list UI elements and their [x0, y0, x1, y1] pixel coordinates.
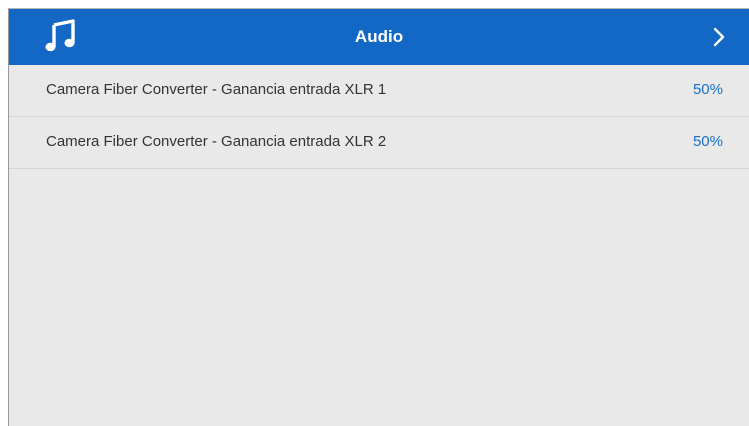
setting-row-xlr2[interactable]: Camera Fiber Converter - Ganancia entrad… [9, 117, 749, 169]
audio-header: Audio [9, 9, 749, 65]
setting-value[interactable]: 50% [693, 65, 723, 115]
next-page-button[interactable] [703, 21, 735, 53]
chevron-right-icon [713, 27, 725, 47]
setting-row-xlr1[interactable]: Camera Fiber Converter - Ganancia entrad… [9, 65, 749, 117]
audio-settings-panel: Audio Camera Fiber Converter - Ganancia … [8, 8, 749, 426]
setting-value[interactable]: 50% [693, 117, 723, 167]
page-title: Audio [354, 27, 404, 46]
setting-label: Camera Fiber Converter - Ganancia entrad… [46, 133, 387, 150]
setting-label: Camera Fiber Converter - Ganancia entrad… [46, 81, 387, 98]
